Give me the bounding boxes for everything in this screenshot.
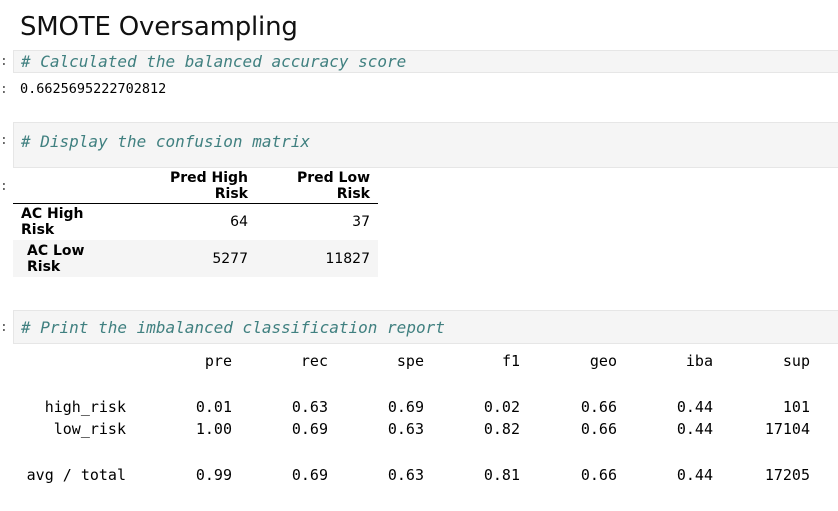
code-cell-confusion-matrix[interactable]: # Display the confusion matrix	[13, 122, 838, 168]
report-header-pre: pre	[204, 352, 232, 370]
code-comment: # Display the confusion matrix	[21, 132, 310, 151]
report-cell: 17104	[764, 420, 810, 438]
report-cell: 0.69	[387, 398, 424, 416]
report-cell: 101	[782, 398, 810, 416]
report-header-iba: iba	[685, 352, 713, 370]
report-row-label: avg / total	[26, 466, 126, 484]
code-comment: # Print the imbalanced classification re…	[21, 318, 445, 337]
report-cell: 0.81	[483, 466, 520, 484]
accuracy-output: 0.6625695222702812	[20, 81, 167, 97]
code-cell-classification-report[interactable]: # Print the imbalanced classification re…	[13, 310, 838, 344]
row-label-ac-high-risk: AC High Risk	[21, 205, 84, 238]
report-cell: 0.66	[580, 466, 617, 484]
report-cell: 0.44	[676, 398, 713, 416]
row-label-ac-low-risk: AC Low Risk	[27, 242, 85, 275]
report-cell: 17205	[764, 466, 810, 484]
report-cell: 0.01	[195, 398, 232, 416]
report-cell: 0.02	[483, 398, 520, 416]
table-row: AC High Risk 64 37	[13, 203, 378, 240]
report-header-rec: rec	[300, 352, 328, 370]
output-prompt: :	[0, 179, 8, 194]
table-cell: 37	[352, 213, 370, 230]
report-cell: 0.99	[195, 466, 232, 484]
table-cell: 64	[230, 213, 248, 230]
code-comment: # Calculated the balanced accuracy score	[21, 52, 407, 71]
report-cell: 0.63	[387, 420, 424, 438]
code-cell-accuracy[interactable]: # Calculated the balanced accuracy score	[13, 50, 838, 73]
report-row-label: high_risk	[44, 398, 126, 416]
index-header	[13, 170, 128, 204]
report-cell: 0.66	[580, 398, 617, 416]
report-row-label: low_risk	[53, 420, 126, 438]
cell-prompt: :	[0, 320, 8, 335]
table-row: AC Low Risk 5277 11827	[13, 240, 378, 277]
table-cell: 11827	[325, 250, 370, 267]
classification-report-output: pre rec spe f1 geo iba sup high_risk 0.01 0.63 0.6…	[0, 348, 838, 498]
report-header-f1: f1	[501, 352, 520, 370]
report-cell: 1.00	[195, 420, 232, 438]
report-cell: 0.69	[291, 420, 328, 438]
report-header-spe: spe	[396, 352, 424, 370]
report-cell: 0.63	[387, 466, 424, 484]
confusion-matrix-table: Pred High Risk Pred Low Risk AC High Ris…	[13, 170, 378, 277]
column-header-pred-high-risk: Pred High Risk	[128, 170, 256, 204]
report-cell: 0.63	[291, 398, 328, 416]
report-header-geo: geo	[589, 352, 617, 370]
table-header-row: Pred High Risk Pred Low Risk	[13, 170, 378, 204]
output-prompt: :	[0, 82, 8, 97]
report-header-sup: sup	[782, 352, 810, 370]
report-cell: 0.69	[291, 466, 328, 484]
column-header-pred-low-risk: Pred Low Risk	[256, 170, 378, 204]
section-heading: SMOTE Oversampling	[20, 12, 298, 42]
report-cell: 0.66	[580, 420, 617, 438]
report-cell: 0.44	[676, 466, 713, 484]
report-cell: 0.44	[676, 420, 713, 438]
report-cell: 0.82	[483, 420, 520, 438]
table-cell: 5277	[212, 250, 248, 267]
cell-prompt: :	[0, 54, 8, 69]
cell-prompt: :	[0, 133, 8, 148]
